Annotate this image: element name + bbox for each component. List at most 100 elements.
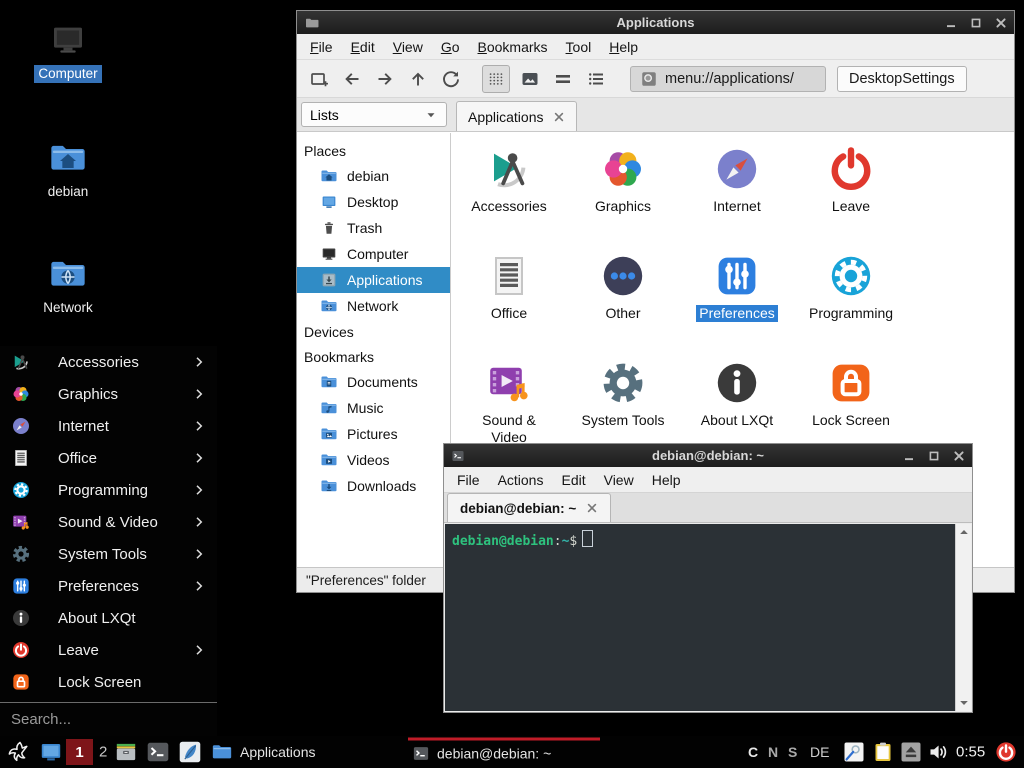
menu-item-internet[interactable]: Internet [0,410,217,442]
app-item-label: Internet [713,198,760,215]
show-desktop-button[interactable] [38,739,64,765]
menu-item-system-tools[interactable]: System Tools [0,538,217,570]
reload-button[interactable] [438,66,464,92]
detailed-list-button[interactable] [550,66,576,92]
sidebar-item-pictures[interactable]: Pictures [297,421,450,447]
app-item-label: Accessories [471,198,546,215]
maximize-button[interactable] [928,450,940,462]
removable-media-tray-icon[interactable] [899,740,923,764]
downloads-folder-icon [320,477,338,495]
menu-file[interactable]: File [301,39,342,55]
app-item-office[interactable]: Office [452,250,566,357]
sidebar-item-downloads[interactable]: Downloads [297,473,450,499]
terminal-launcher-icon[interactable] [145,739,171,765]
scroll-down-icon[interactable] [958,697,970,709]
compact-list-button[interactable] [583,66,609,92]
kbd-indicator-caps[interactable]: C [748,744,758,760]
menu-go[interactable]: Go [432,39,469,55]
volume-tray-icon[interactable] [927,740,951,764]
menu-item-sound-video[interactable]: Sound & Video [0,506,217,538]
sidebar-item-network[interactable]: Network [297,293,450,319]
app-item-programming[interactable]: Programming [794,250,908,357]
workspace-1-button[interactable]: 1 [66,739,93,765]
menu-item-leave[interactable]: Leave [0,634,217,666]
reload-icon [441,69,461,89]
desktop-icon-network[interactable]: Network [20,254,116,317]
app-item-leave[interactable]: Leave [794,143,908,250]
app-item-internet[interactable]: Internet [680,143,794,250]
screenshot-tray-icon[interactable] [842,740,866,764]
new-tab-button[interactable] [306,66,332,92]
close-button[interactable] [953,450,965,462]
sidebar-item-desktop[interactable]: Desktop [297,189,450,215]
task-button-applications[interactable]: Applications [207,737,320,767]
clipboard-tray-icon[interactable] [871,740,895,764]
desktop-icon-computer[interactable]: Computer [20,20,116,83]
menu-item-graphics[interactable]: Graphics [0,378,217,410]
sidebar-item-debian[interactable]: debian [297,163,450,189]
tab-close-icon[interactable] [586,502,598,514]
menu-edit[interactable]: Edit [342,39,384,55]
file-manager-launcher-icon[interactable] [113,739,139,765]
sidebar-item-documents[interactable]: Documents [297,369,450,395]
fm-sidebar: Places debian Desktop Trash Computer App… [297,133,451,567]
address-bar[interactable]: menu://applications/ [630,66,826,92]
scroll-up-icon[interactable] [958,526,970,538]
clock[interactable]: 0:55 [956,744,985,761]
menu-help[interactable]: Help [643,472,690,488]
tab-close-icon[interactable] [553,111,565,123]
app-item-graphics[interactable]: Graphics [566,143,680,250]
minimize-button[interactable] [945,17,957,29]
side-panel-selector[interactable]: Lists [301,102,447,127]
start-menu-button[interactable] [5,739,31,765]
up-button[interactable] [405,66,431,92]
menu-view[interactable]: View [384,39,432,55]
close-button[interactable] [995,17,1007,29]
featherpad-launcher-icon[interactable] [177,739,203,765]
forward-button[interactable] [372,66,398,92]
sidebar-item-videos[interactable]: Videos [297,447,450,473]
workspace-2-button[interactable]: 2 [99,744,107,761]
back-button[interactable] [339,66,365,92]
menu-edit[interactable]: Edit [552,472,594,488]
maximize-button[interactable] [970,17,982,29]
menu-bookmarks[interactable]: Bookmarks [469,39,557,55]
menu-tool[interactable]: Tool [557,39,601,55]
menu-view[interactable]: View [595,472,643,488]
menu-item-preferences[interactable]: Preferences [0,570,217,602]
sidebar-item-applications[interactable]: Applications [297,267,450,293]
power-tray-icon[interactable] [994,740,1018,764]
sidebar-item-label: Music [347,400,384,416]
terminal-screen[interactable]: debian@debian:~$ [445,524,955,711]
minimize-button[interactable] [903,450,915,462]
thumbnail-view-button[interactable] [517,66,543,92]
app-item-preferences[interactable]: Preferences [680,250,794,357]
sidebar-item-music[interactable]: Music [297,395,450,421]
sidebar-item-trash[interactable]: Trash [297,215,450,241]
terminal-titlebar[interactable]: debian@debian: ~ [444,444,972,467]
fm-titlebar[interactable]: Applications [297,11,1014,34]
kbd-indicator-scroll[interactable]: S [788,744,797,760]
app-item-accessories[interactable]: Accessories [452,143,566,250]
desktop-settings-breadcrumb[interactable]: DesktopSettings [837,66,967,92]
menu-item-lock-screen[interactable]: Lock Screen [0,666,217,698]
desktop-icon-debian[interactable]: debian [20,138,116,201]
menu-help[interactable]: Help [600,39,647,55]
menu-item-programming[interactable]: Programming [0,474,217,506]
sidebar-item-computer[interactable]: Computer [297,241,450,267]
task-button-terminal[interactable]: debian@debian: ~ [408,738,600,767]
menu-item-accessories[interactable]: Accessories [0,346,217,378]
keyboard-layout-indicator[interactable]: DE [810,744,829,760]
menu-search-input[interactable]: Search... [0,702,217,736]
terminal-scrollbar[interactable] [955,524,971,711]
app-item-other[interactable]: Other [566,250,680,357]
tab-applications[interactable]: Applications [456,101,577,131]
terminal-tab[interactable]: debian@debian: ~ [447,493,611,522]
fm-menubar: File Edit View Go Bookmarks Tool Help [297,34,1014,60]
kbd-indicator-num[interactable]: N [768,744,778,760]
menu-actions[interactable]: Actions [489,472,553,488]
menu-item-about-lxqt[interactable]: About LXQt [0,602,217,634]
menu-item-office[interactable]: Office [0,442,217,474]
icon-view-button[interactable] [482,65,510,93]
menu-file[interactable]: File [448,472,489,488]
